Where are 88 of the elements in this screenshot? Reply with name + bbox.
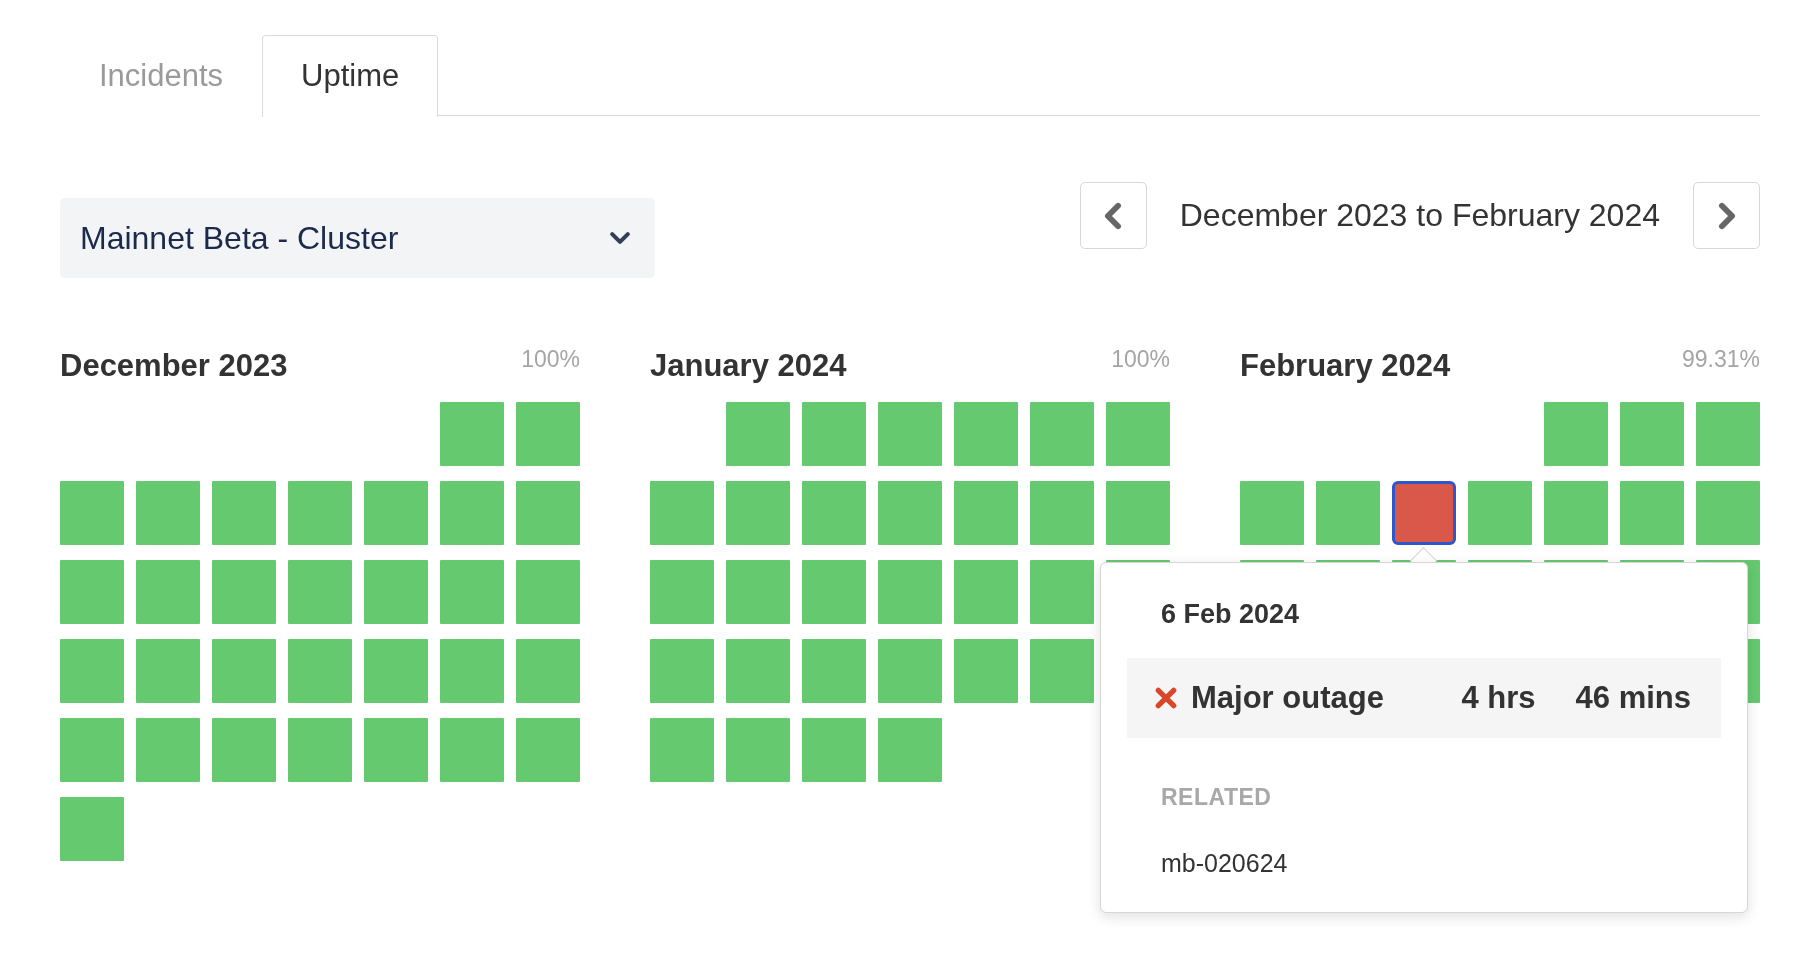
day-square[interactable] xyxy=(1544,481,1608,545)
day-square[interactable] xyxy=(878,560,942,624)
day-square[interactable] xyxy=(1620,481,1684,545)
day-square[interactable] xyxy=(954,402,1018,466)
date-range-label: December 2023 to February 2024 xyxy=(1179,197,1660,234)
day-square[interactable] xyxy=(802,560,866,624)
uptime-percentage: 100% xyxy=(1111,346,1170,373)
day-square[interactable] xyxy=(60,797,124,861)
day-square[interactable] xyxy=(440,560,504,624)
day-square[interactable] xyxy=(212,560,276,624)
day-square[interactable] xyxy=(288,481,352,545)
month-title: January 2024 xyxy=(650,348,847,384)
day-square[interactable] xyxy=(60,639,124,703)
day-square[interactable] xyxy=(212,481,276,545)
day-square[interactable] xyxy=(650,560,714,624)
day-square[interactable] xyxy=(440,481,504,545)
day-square[interactable] xyxy=(650,718,714,782)
day-square[interactable] xyxy=(1240,481,1304,545)
day-square[interactable] xyxy=(516,639,580,703)
day-square[interactable] xyxy=(1030,481,1094,545)
day-square[interactable] xyxy=(878,718,942,782)
day-square[interactable] xyxy=(954,560,1018,624)
day-square[interactable] xyxy=(1468,481,1532,545)
tooltip-date: 6 Feb 2024 xyxy=(1161,599,1300,630)
day-square[interactable] xyxy=(212,639,276,703)
day-square[interactable] xyxy=(440,639,504,703)
day-square[interactable] xyxy=(1106,402,1170,466)
day-square[interactable] xyxy=(802,718,866,782)
day-square[interactable] xyxy=(1544,402,1608,466)
day-square[interactable] xyxy=(1696,402,1760,466)
day-square[interactable] xyxy=(802,402,866,466)
day-square[interactable] xyxy=(364,639,428,703)
day-square[interactable] xyxy=(516,718,580,782)
day-square[interactable] xyxy=(878,402,942,466)
day-square[interactable] xyxy=(60,718,124,782)
previous-button[interactable] xyxy=(1079,182,1147,249)
day-square[interactable] xyxy=(878,481,942,545)
day-square[interactable] xyxy=(650,481,714,545)
day-square[interactable] xyxy=(364,718,428,782)
day-square[interactable] xyxy=(878,639,942,703)
day-square[interactable] xyxy=(288,560,352,624)
day-square[interactable] xyxy=(60,560,124,624)
day-square[interactable] xyxy=(726,560,790,624)
day-square[interactable] xyxy=(136,718,200,782)
day-square[interactable] xyxy=(726,718,790,782)
day-square[interactable] xyxy=(516,481,580,545)
related-heading: RELATED xyxy=(1161,784,1272,811)
day-square[interactable] xyxy=(516,560,580,624)
outage-minutes: 46 mins xyxy=(1575,680,1691,716)
cluster-dropdown[interactable]: Mainnet Beta - Cluster xyxy=(60,198,655,278)
day-square[interactable] xyxy=(136,639,200,703)
day-square[interactable] xyxy=(1030,639,1094,703)
month-title: December 2023 xyxy=(60,348,288,384)
day-square[interactable] xyxy=(726,402,790,466)
uptime-percentage: 99.31% xyxy=(1682,346,1760,373)
day-square[interactable] xyxy=(1030,402,1094,466)
day-square[interactable] xyxy=(136,560,200,624)
uptime-percentage: 100% xyxy=(521,346,580,373)
next-button[interactable] xyxy=(1693,182,1760,249)
day-square[interactable] xyxy=(954,639,1018,703)
day-square[interactable] xyxy=(440,402,504,466)
day-square[interactable] xyxy=(650,639,714,703)
day-square[interactable] xyxy=(60,481,124,545)
day-square[interactable] xyxy=(954,481,1018,545)
day-square[interactable] xyxy=(136,481,200,545)
day-square[interactable] xyxy=(288,718,352,782)
day-square[interactable] xyxy=(802,481,866,545)
day-square[interactable] xyxy=(1106,481,1170,545)
day-square[interactable] xyxy=(288,639,352,703)
day-square[interactable] xyxy=(212,718,276,782)
day-square[interactable] xyxy=(802,639,866,703)
day-square[interactable] xyxy=(1316,481,1380,545)
day-square[interactable] xyxy=(364,481,428,545)
day-square[interactable] xyxy=(364,560,428,624)
month-title: February 2024 xyxy=(1240,348,1451,384)
outage-hours: 4 hrs xyxy=(1461,680,1536,716)
day-square[interactable] xyxy=(1620,402,1684,466)
cross-icon xyxy=(1155,687,1177,709)
day-square[interactable] xyxy=(440,718,504,782)
related-incident-link[interactable]: mb-020624 xyxy=(1161,849,1288,878)
tab[interactable]: Uptime xyxy=(262,35,439,117)
day-square[interactable] xyxy=(516,402,580,466)
day-square[interactable] xyxy=(726,481,790,545)
outage-type: Major outage xyxy=(1191,680,1385,716)
day-square[interactable] xyxy=(1030,560,1094,624)
day-square[interactable] xyxy=(1392,481,1456,545)
day-square[interactable] xyxy=(726,639,790,703)
day-square[interactable] xyxy=(1696,481,1760,545)
